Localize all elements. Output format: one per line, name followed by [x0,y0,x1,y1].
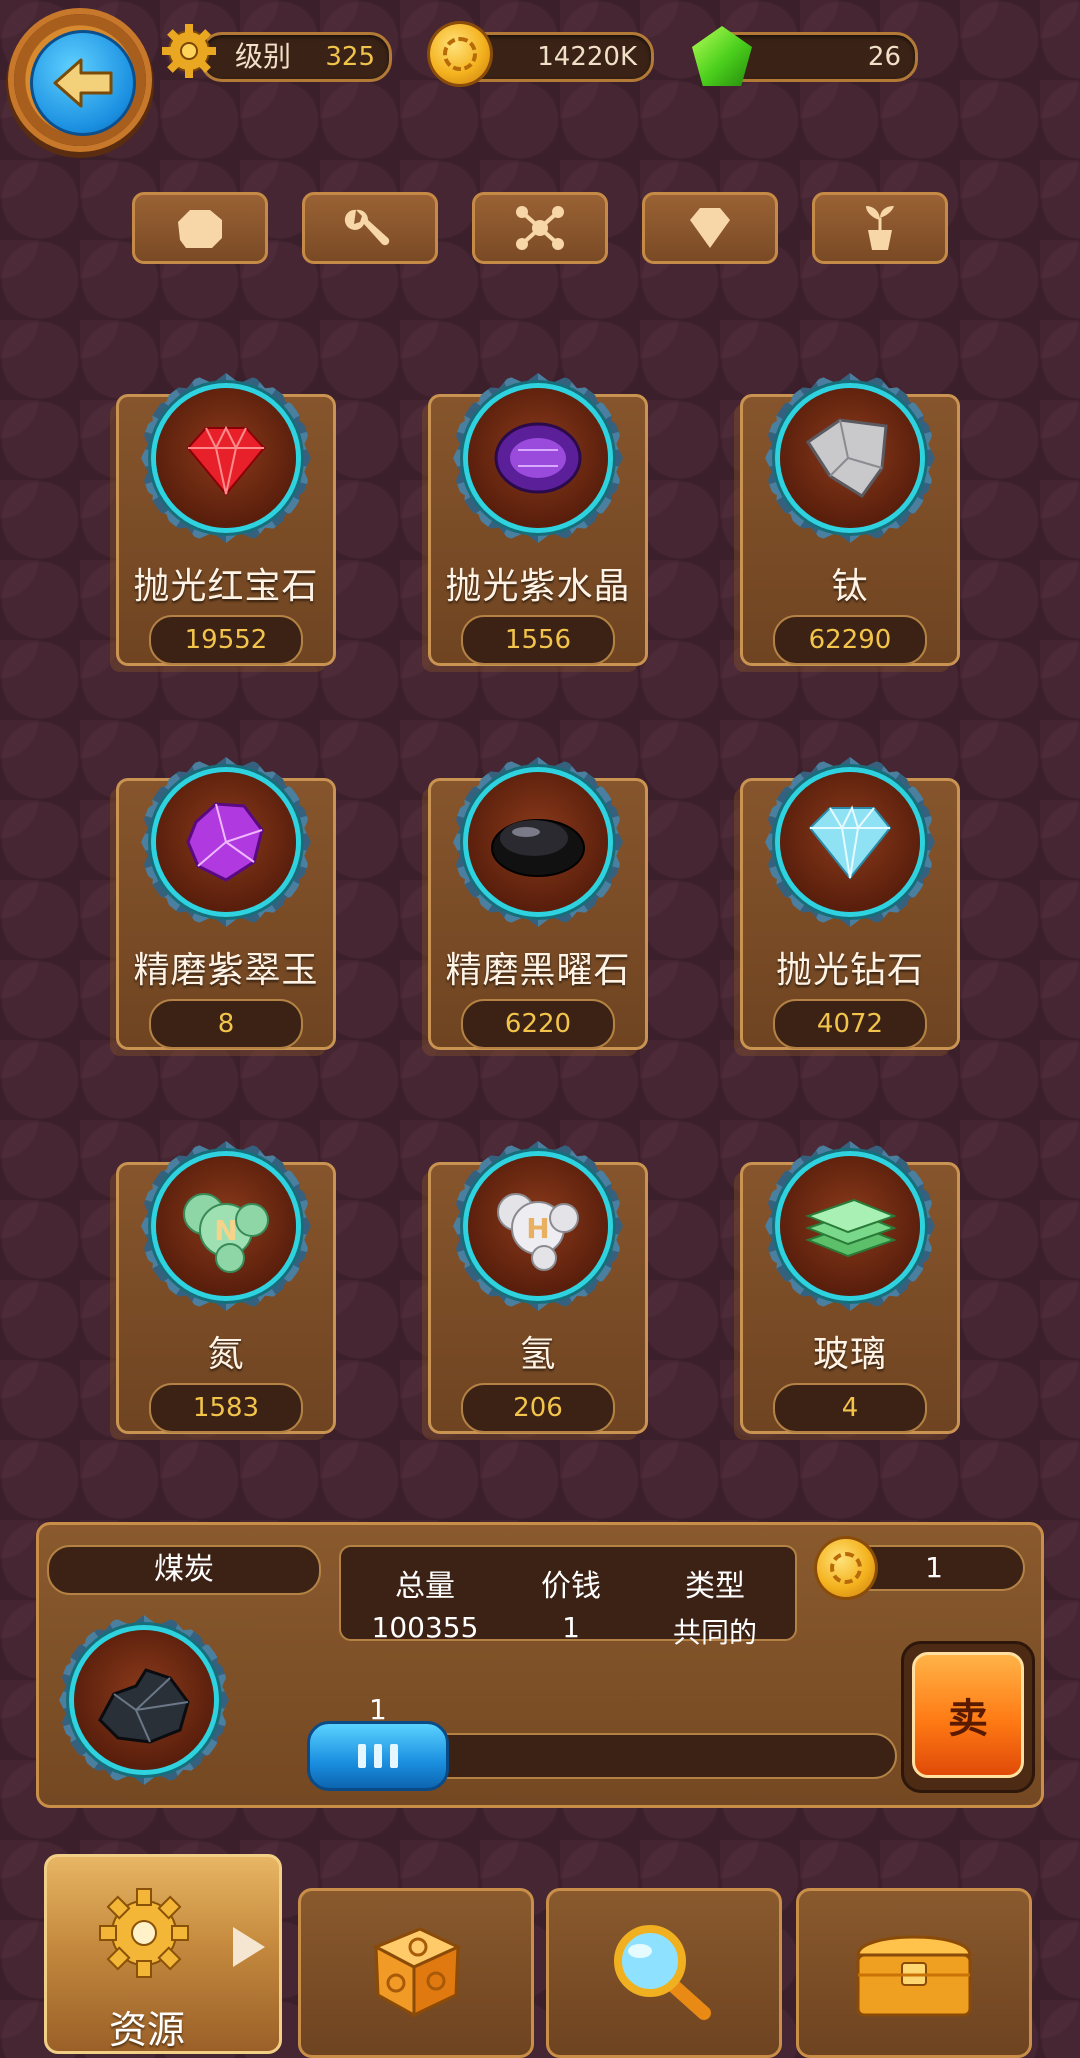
level-label: 级别 [235,40,292,73]
item-card-obsidian[interactable]: 精磨黑曜石 6220 [428,757,648,1050]
item-name: 玻璃 [812,1334,887,1375]
svg-text:H: H [526,1212,549,1245]
level-display: 级别 325 [200,32,392,82]
magnifier-icon [614,1925,711,2020]
item-card-diamond[interactable]: 抛光钻石 4072 [740,757,960,1050]
item-name: 钛 [831,566,869,607]
card-icon-ring [780,1156,920,1296]
nav-dice[interactable] [298,1888,534,2058]
sell-button[interactable]: 卖 [901,1641,1035,1793]
level-value: 325 [325,42,375,72]
card-icon-ring: N [156,1156,296,1296]
item-count: 8 [149,999,303,1049]
selected-item-ring [74,1630,214,1770]
item-name: 抛光钻石 [775,950,924,991]
nav-chest[interactable] [796,1888,1032,2058]
grip-line [390,1744,398,1768]
diamond-icon [690,208,730,248]
dice-icon [372,1927,462,2018]
nav-resources-label: 资源 [108,2008,185,2052]
titanium-icon [805,418,888,499]
item-card-nitrogen[interactable]: N 氮 1583 [116,1141,336,1434]
item-card-ruby[interactable]: 抛光红宝石 19552 [116,373,336,666]
item-name: 精磨紫翠玉 [133,950,319,991]
nitrogen-icon: N [183,1193,269,1273]
item-count: 4072 [773,999,927,1049]
type-value: 共同的 [672,1616,757,1649]
item-card-hydrogen[interactable]: H 氢 206 [428,1141,648,1434]
molecule-icon [516,206,564,250]
item-card-titanium[interactable]: 钛 62290 [740,373,960,666]
sell-button-label: 卖 [912,1652,1024,1778]
card-icon-ring [780,388,920,528]
plant-icon [866,206,894,250]
item-count: 4 [773,1383,927,1433]
item-card-purple-jade[interactable]: 精磨紫翠玉 8 [116,757,336,1050]
coal-icon [98,1668,190,1744]
grip-line [374,1744,382,1768]
level-gear-icon [160,22,218,80]
gem-value: 26 [867,42,901,72]
type-label: 类型 [685,1569,745,1604]
hydrogen-icon: H [497,1193,579,1271]
item-card-amethyst[interactable]: 抛光紫水晶 1556 [428,373,648,666]
item-name: 抛光红宝石 [133,566,319,607]
wrench-icon [344,209,390,246]
item-count: 6220 [461,999,615,1049]
item-count: 19552 [149,615,303,665]
obsidian-icon [491,819,585,877]
item-count: 1583 [149,1383,303,1433]
svg-text:N: N [214,1214,237,1247]
glass-icon [805,1198,897,1258]
tab-gems[interactable] [642,192,778,264]
ore-icon [178,210,222,248]
grip-line [358,1744,366,1768]
item-card-glass[interactable]: 玻璃 4 [740,1141,960,1434]
tab-plants[interactable] [812,192,948,264]
price-value: 1 [562,1611,580,1644]
sell-total-value: 1 [925,1551,943,1584]
nav-search[interactable] [546,1888,782,2058]
sell-coin-icon [817,1539,875,1597]
amethyst-icon [494,422,582,494]
back-button[interactable] [14,14,146,146]
diamond-gem-icon [808,805,892,880]
coin-icon [430,24,490,84]
selected-item-name: 煤炭 [47,1545,321,1595]
card-icon-ring [780,772,920,912]
total-label: 总量 [395,1569,455,1604]
item-stats-box: 总量 100355 价钱 1 类型 共同的 [339,1545,797,1649]
resources-gear-icon [99,1888,190,1978]
card-icon-ring [156,388,296,528]
red-ruby-icon [186,425,266,496]
card-icon-ring: H [468,1156,608,1296]
purple-jade-icon [186,802,264,882]
card-icon-ring [156,772,296,912]
item-count: 206 [461,1383,615,1433]
tab-ore[interactable] [132,192,268,264]
treasure-chest-icon [856,1935,972,2017]
coin-value: 14220K [537,42,637,72]
item-detail-panel: 煤炭 总量 100355 价钱 1 类型 共同的 1 1 卖 [36,1522,1044,1808]
tab-tools[interactable] [302,192,438,264]
card-icon-ring [468,772,608,912]
expand-arrow-icon [233,1927,265,1967]
item-count: 62290 [773,615,927,665]
item-name: 氮 [207,1334,245,1375]
quantity-slider-handle[interactable] [307,1721,449,1791]
nav-resources[interactable]: 资源 [44,1854,282,2054]
tab-chemistry[interactable] [472,192,608,264]
item-name: 精磨黑曜石 [445,950,631,991]
item-name: 氢 [519,1334,557,1375]
card-icon-ring [468,388,608,528]
price-label: 价钱 [541,1569,601,1604]
back-arrow-icon [30,30,136,136]
item-count: 1556 [461,615,615,665]
total-value: 100355 [371,1611,479,1644]
item-name: 抛光紫水晶 [445,566,631,607]
